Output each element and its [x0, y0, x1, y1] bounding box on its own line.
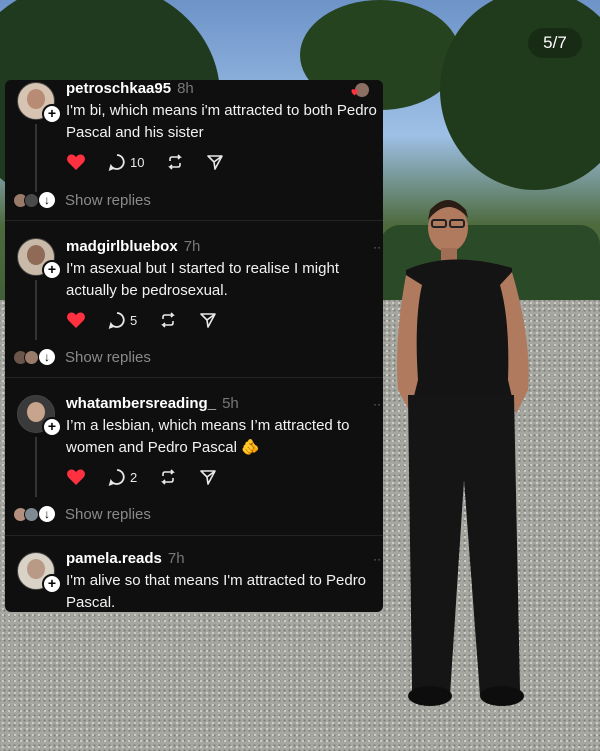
- repost-icon: [161, 312, 176, 328]
- username-text[interactable]: pamela.reads: [66, 550, 162, 567]
- show-replies-arrow-icon[interactable]: ↓: [39, 192, 55, 208]
- comment-text: I'm alive so that means I'm attracted to…: [66, 572, 367, 611]
- thread-line: [35, 124, 37, 192]
- comment-username[interactable]: pamela.reads 7h: [66, 550, 185, 567]
- username-text[interactable]: whatambersreading_: [66, 395, 216, 412]
- comment-divider: [5, 535, 383, 536]
- reply-button[interactable]: 5: [108, 311, 137, 329]
- repost-icon: [161, 469, 176, 485]
- repost-button[interactable]: [166, 153, 184, 171]
- comment-time: 7h: [167, 550, 185, 567]
- show-replies-link[interactable]: Show replies: [65, 349, 151, 366]
- reply-count: 2: [130, 469, 138, 485]
- comment-divider: [5, 377, 383, 378]
- story-counter: 5/7: [528, 28, 582, 58]
- comment-text: I'm bi, which means i'm attracted to bot…: [66, 102, 377, 141]
- share-send-icon: [200, 470, 217, 485]
- replier-avatar: [24, 192, 39, 208]
- comment-actions: 2: [66, 467, 239, 487]
- plus-icon[interactable]: +: [42, 417, 62, 437]
- more-options-icon[interactable]: ··: [373, 240, 381, 254]
- tree-foliage: [440, 0, 600, 190]
- thread-line: [35, 280, 37, 340]
- replier-avatar: [24, 349, 39, 365]
- share-send-icon: [207, 155, 224, 170]
- pointing-emoji: 🫵: [241, 439, 260, 456]
- liked-by-author-icon: [351, 83, 369, 97]
- comments-panel: + petroschkaa95 8h I'm bi, which means i'…: [5, 80, 383, 612]
- comment-time: 5h: [222, 395, 239, 412]
- reply-bubble-icon: [108, 312, 125, 329]
- comment-text: I'm asexual but I started to realise I m…: [66, 260, 339, 299]
- show-replies-row[interactable]: ↓ Show replies: [13, 190, 151, 210]
- show-replies-row[interactable]: ↓ Show replies: [13, 504, 151, 524]
- replier-avatar: [24, 506, 39, 522]
- repost-button[interactable]: [159, 468, 177, 486]
- repost-icon: [168, 154, 183, 170]
- like-button[interactable]: [66, 468, 86, 486]
- comment-text: I’m a lesbian, which means I’m attracted…: [66, 415, 378, 459]
- comment-username[interactable]: petroschkaa95 8h: [66, 80, 194, 97]
- comment-username[interactable]: whatambersreading_ 5h: [66, 395, 239, 412]
- comment-time: 8h: [177, 80, 194, 97]
- comment-divider: [5, 220, 383, 221]
- reply-bubble-icon: [108, 154, 125, 171]
- person-figure: [397, 200, 529, 706]
- plus-icon[interactable]: +: [42, 104, 62, 124]
- reply-button[interactable]: 10: [108, 153, 144, 171]
- reply-button[interactable]: 2: [108, 468, 137, 486]
- comment-username[interactable]: madgirlbluebox 7h: [66, 238, 200, 255]
- comment-actions: 10: [66, 152, 246, 172]
- plus-icon[interactable]: +: [42, 260, 62, 280]
- comment-text-body: I’m a lesbian, which means I’m attracted…: [66, 417, 350, 456]
- like-button[interactable]: [66, 311, 86, 329]
- repost-button[interactable]: [159, 311, 177, 329]
- username-text[interactable]: petroschkaa95: [66, 80, 171, 97]
- share-button[interactable]: [206, 153, 224, 171]
- show-replies-link[interactable]: Show replies: [65, 506, 151, 523]
- reply-count: 5: [130, 312, 138, 328]
- more-options-icon[interactable]: ··: [373, 552, 381, 566]
- more-options-icon[interactable]: ··: [373, 397, 381, 411]
- reply-count: 10: [130, 154, 145, 170]
- show-replies-link[interactable]: Show replies: [65, 192, 151, 209]
- username-text[interactable]: madgirlbluebox: [66, 238, 178, 255]
- heart-icon: [67, 469, 85, 485]
- show-replies-arrow-icon[interactable]: ↓: [39, 506, 55, 522]
- comment-actions: 5: [66, 310, 239, 330]
- share-button[interactable]: [199, 311, 217, 329]
- reply-bubble-icon: [108, 469, 125, 486]
- like-button[interactable]: [66, 153, 86, 171]
- share-send-icon: [200, 313, 217, 328]
- plus-icon[interactable]: +: [42, 574, 62, 594]
- heart-icon: [67, 312, 85, 328]
- show-replies-arrow-icon[interactable]: ↓: [39, 349, 55, 365]
- share-button[interactable]: [199, 468, 217, 486]
- thread-line: [35, 437, 37, 497]
- heart-icon: [67, 154, 85, 170]
- comment-time: 7h: [183, 238, 201, 255]
- show-replies-row[interactable]: ↓ Show replies: [13, 347, 151, 367]
